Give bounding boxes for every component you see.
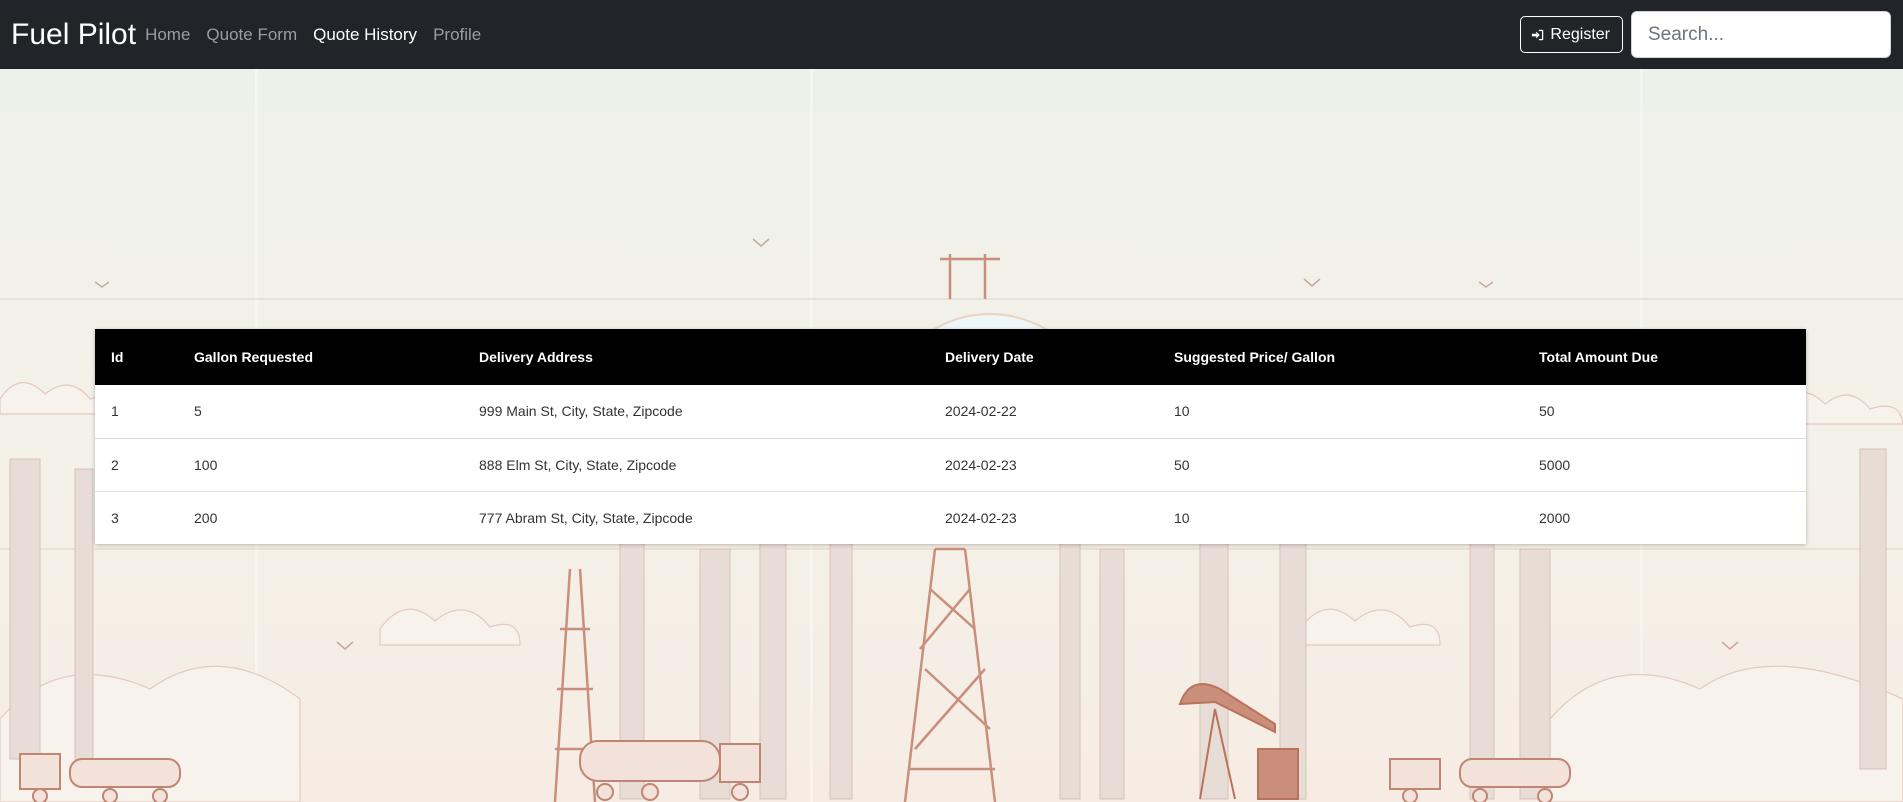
cell-suggested-price: 10 xyxy=(1174,509,1190,526)
cell-delivery-address: 777 Abram St, City, State, Zipcode xyxy=(479,509,693,526)
cell-delivery-address: 999 Main St, City, State, Zipcode xyxy=(479,403,683,420)
cell-id: 2 xyxy=(111,456,119,473)
cell-delivery-date: 2024-02-22 xyxy=(945,403,1017,420)
cell-total-amount-due: 2000 xyxy=(1539,509,1571,526)
navbar: Fuel Pilot Home Quote Form Quote History… xyxy=(0,0,1903,69)
table-row: 3 200 777 Abram St, City, State, Zipcode… xyxy=(95,491,1806,544)
cell-suggested-price: 10 xyxy=(1174,403,1190,420)
register-button[interactable]: Register xyxy=(1520,16,1623,53)
column-header-delivery-address: Delivery Address xyxy=(479,349,593,365)
quote-history-table-container: Id Gallon Requested Delivery Address Del… xyxy=(95,329,1806,544)
cell-id: 3 xyxy=(111,509,119,526)
cell-delivery-date: 2024-02-23 xyxy=(945,509,1017,526)
table-row: 2 100 888 Elm St, City, State, Zipcode 2… xyxy=(95,438,1806,491)
table-header: Id Gallon Requested Delivery Address Del… xyxy=(95,329,1806,385)
column-header-suggested-price: Suggested Price/ Gallon xyxy=(1174,349,1336,365)
column-header-delivery-date: Delivery Date xyxy=(945,349,1034,365)
cell-suggested-price: 50 xyxy=(1174,456,1190,473)
navbar-right: Register xyxy=(1520,11,1891,58)
search-input[interactable] xyxy=(1631,11,1891,58)
sign-in-icon xyxy=(1532,29,1544,40)
register-button-label: Register xyxy=(1550,25,1610,43)
column-header-gallon-requested: Gallon Requested xyxy=(194,349,314,365)
nav-link-quote-history[interactable]: Quote History xyxy=(313,25,417,45)
cell-delivery-address: 888 Elm St, City, State, Zipcode xyxy=(479,456,677,473)
table-header-row: Id Gallon Requested Delivery Address Del… xyxy=(95,329,1806,385)
table-body: 1 5 999 Main St, City, State, Zipcode 20… xyxy=(95,385,1806,544)
nav-link-quote-form[interactable]: Quote Form xyxy=(206,25,297,45)
nav-link-profile[interactable]: Profile xyxy=(433,25,481,45)
brand-logo[interactable]: Fuel Pilot xyxy=(11,19,136,50)
column-header-total-amount-due: Total Amount Due xyxy=(1539,349,1658,365)
table-row: 1 5 999 Main St, City, State, Zipcode 20… xyxy=(95,385,1806,438)
cell-delivery-date: 2024-02-23 xyxy=(945,456,1017,473)
cell-total-amount-due: 5000 xyxy=(1539,456,1571,473)
cell-gallon-requested: 5 xyxy=(194,403,202,420)
cell-id: 1 xyxy=(111,403,119,420)
column-header-id: Id xyxy=(111,349,124,365)
cell-total-amount-due: 50 xyxy=(1539,403,1555,420)
cell-gallon-requested: 100 xyxy=(194,456,218,473)
nav-link-home[interactable]: Home xyxy=(145,25,190,45)
quote-history-table: Id Gallon Requested Delivery Address Del… xyxy=(95,329,1806,544)
cell-gallon-requested: 200 xyxy=(194,509,218,526)
